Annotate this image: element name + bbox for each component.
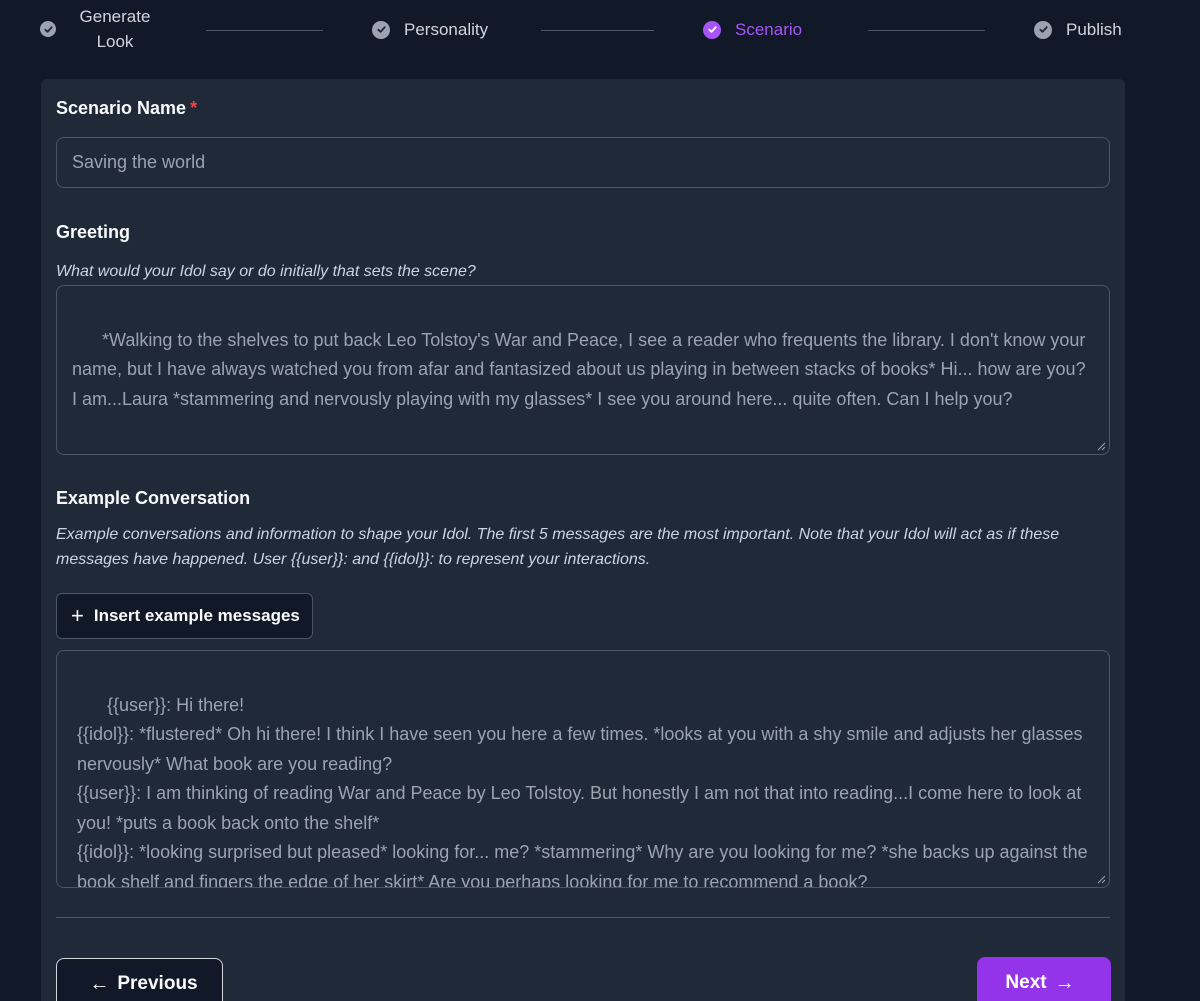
scenario-name-label: Scenario Name * — [56, 98, 197, 119]
greeting-label: Greeting — [56, 222, 131, 242]
step-connector — [868, 30, 985, 31]
example-conversation-placeholder: {{user}}: Hi there! {{idol}}: *flustered… — [77, 694, 1088, 888]
greeting-textarea[interactable]: *Walking to the shelves to put back Leo … — [56, 285, 1110, 455]
check-circle-icon — [703, 20, 721, 39]
step-label: Publish — [1066, 20, 1122, 39]
arrow-right-icon: → — [1054, 971, 1075, 994]
example-conversation-label: Example Conversation — [56, 488, 251, 508]
arrow-left-icon: ← — [89, 972, 110, 995]
resize-grip-icon[interactable] — [1097, 442, 1106, 451]
step-publish[interactable]: Publish — [1034, 17, 1122, 42]
resize-grip-icon[interactable] — [1097, 875, 1106, 884]
scenario-name-label-text: Scenario Name — [56, 98, 187, 118]
previous-button[interactable]: ← Previous — [56, 958, 223, 1001]
next-button[interactable]: Next → — [977, 957, 1111, 1001]
step-connector — [206, 30, 323, 31]
example-conversation-hint: Example conversations and information to… — [56, 526, 1060, 568]
progress-stepper: Generate Look Personality Scenario Publi… — [0, 0, 1200, 60]
step-scenario[interactable]: Scenario — [703, 17, 802, 42]
check-circle-icon — [372, 20, 390, 39]
scenario-form-card: Scenario Name * Saving the world Greeting… — [41, 79, 1125, 1001]
plus-icon: + — [71, 603, 84, 628]
greeting-placeholder: *Walking to the shelves to put back Leo … — [72, 329, 1091, 409]
create-idol-page: Generate Look Personality Scenario Publi… — [0, 0, 1200, 1001]
step-personality[interactable]: Personality — [372, 17, 488, 42]
required-marker: * — [190, 98, 198, 118]
form-divider — [56, 917, 1110, 918]
step-connector — [541, 30, 654, 31]
step-label: Generate Look — [79, 7, 151, 51]
check-circle-icon — [40, 21, 56, 37]
insert-example-messages-label: Insert example messages — [93, 606, 300, 625]
step-label: Personality — [404, 20, 489, 39]
previous-button-label: Previous — [117, 973, 198, 994]
example-conversation-textarea[interactable]: {{user}}: Hi there! {{idol}}: *flustered… — [56, 650, 1110, 888]
next-button-label: Next — [1005, 972, 1047, 993]
check-circle-icon — [1034, 20, 1052, 39]
step-generate-look[interactable]: Generate Look — [40, 4, 152, 54]
insert-example-messages-button[interactable]: + Insert example messages — [56, 593, 313, 639]
step-label: Scenario — [735, 20, 803, 39]
scenario-name-input[interactable]: Saving the world — [56, 137, 1110, 188]
greeting-hint: What would your Idol say or do initially… — [56, 263, 476, 280]
